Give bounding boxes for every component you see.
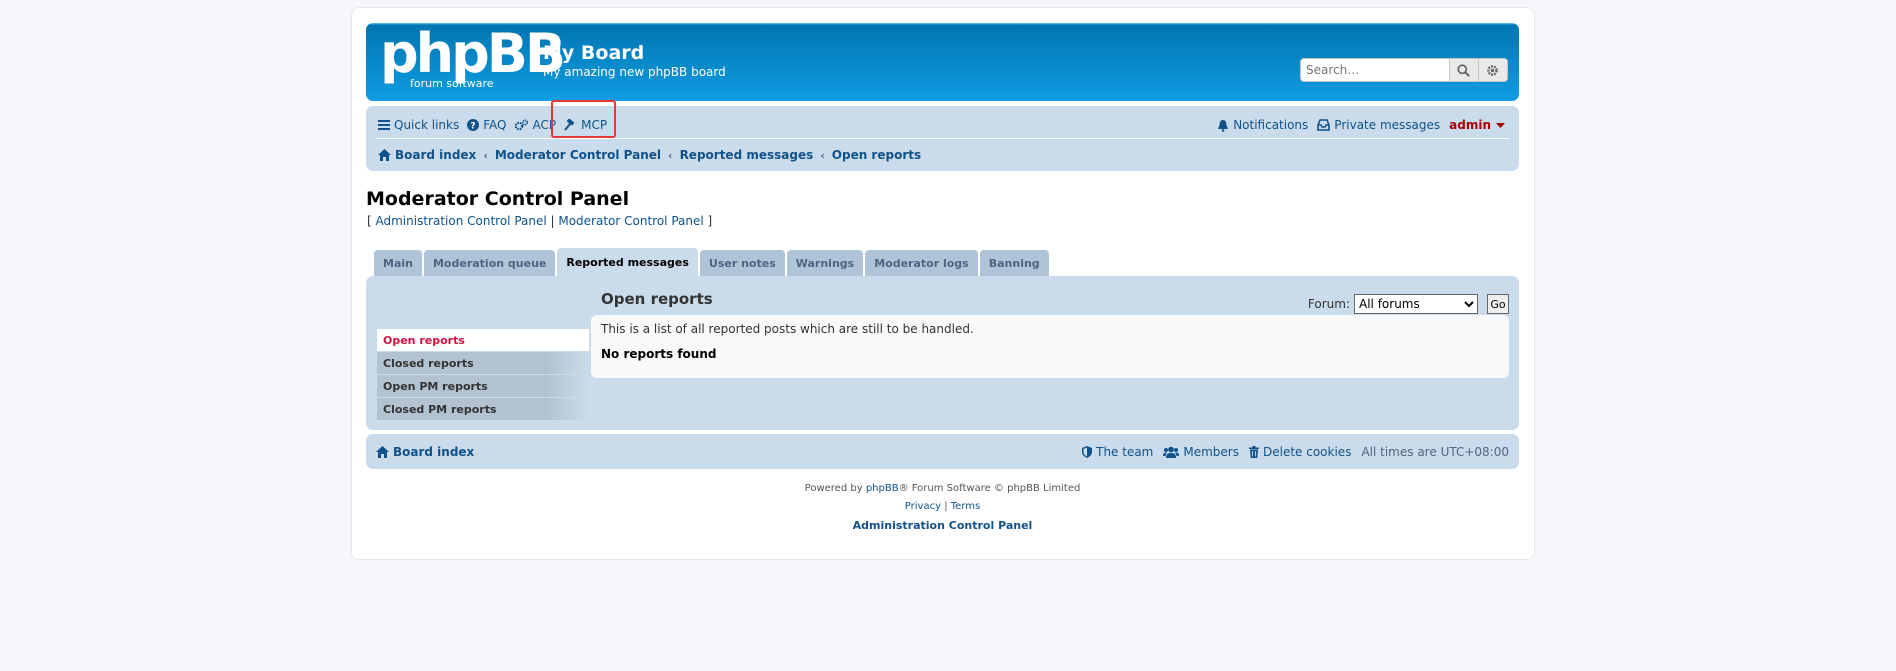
breadcrumb: Board index ‹ Moderator Control Panel ‹ … — [378, 145, 921, 165]
bracket-close: ] — [703, 214, 713, 228]
breadcrumb-open-reports[interactable]: Open reports — [832, 148, 921, 162]
notifications-link[interactable]: Notifications — [1217, 118, 1308, 132]
mcp-tabs: Main Moderation queue Reported messages … — [374, 248, 1051, 276]
user-menu[interactable]: admin — [1449, 118, 1509, 132]
footer-board-index[interactable]: Board index — [376, 445, 474, 459]
search-button[interactable] — [1450, 59, 1479, 81]
forum-filter: Forum: All forums Go — [1308, 294, 1509, 314]
powered-by-label: Powered by — [804, 483, 863, 494]
reports-box: This is a list of all reported posts whi… — [591, 315, 1509, 378]
breadcrumb-reported-messages[interactable]: Reported messages — [680, 148, 814, 162]
notifications-label: Notifications — [1233, 118, 1309, 132]
content-panel: Open reports Closed reports Open PM repo… — [366, 276, 1519, 430]
team-link[interactable]: The team — [1082, 445, 1153, 459]
quick-links-menu[interactable]: Quick links — [378, 118, 459, 132]
home-icon — [376, 445, 389, 458]
home-icon — [378, 149, 391, 161]
control-panel-links: [ Administration Control Panel | Moderat… — [367, 214, 712, 228]
timezone-label: All times are — [1361, 444, 1437, 459]
navbar: Quick links ? FAQ ACP MCP Notifications … — [366, 106, 1519, 171]
footer-link-separator: | — [941, 501, 951, 512]
highlight-annotation — [551, 100, 616, 138]
username: admin — [1449, 118, 1491, 132]
caret-down-icon — [1496, 123, 1505, 128]
delete-cookies-link[interactable]: Delete cookies — [1249, 445, 1351, 459]
tab-reported-messages[interactable]: Reported messages — [557, 248, 698, 276]
copyright-suffix: ® Forum Software © phpBB Limited — [898, 483, 1081, 494]
inbox-icon — [1317, 119, 1331, 131]
svg-text:?: ? — [471, 122, 476, 132]
private-messages-link[interactable]: Private messages — [1317, 118, 1440, 132]
reports-description: This is a list of all reported posts whi… — [601, 322, 974, 336]
footer-acp: Administration Control Panel — [366, 519, 1519, 532]
header-bar: phpBB forum software My Board My amazing… — [366, 23, 1519, 101]
site-logo[interactable]: phpBB forum software — [380, 23, 566, 93]
timezone-value: UTC+08:00 — [1440, 444, 1509, 459]
privacy-link[interactable]: Privacy — [905, 501, 941, 512]
gear-icon — [1487, 64, 1499, 76]
side-item-open-pm-reports[interactable]: Open PM reports — [377, 375, 589, 397]
breadcrumb-separator: ‹ — [668, 148, 673, 162]
acp-panel-link[interactable]: Administration Control Panel — [376, 214, 547, 228]
side-item-closed-pm-reports[interactable]: Closed PM reports — [377, 398, 589, 420]
logo-subtext: forum software — [410, 77, 494, 90]
terms-link[interactable]: Terms — [951, 501, 980, 512]
advanced-search-button[interactable] — [1478, 59, 1507, 81]
panel-title: Open reports — [601, 290, 713, 308]
tab-moderator-logs[interactable]: Moderator logs — [865, 250, 978, 276]
breadcrumb-mcp[interactable]: Moderator Control Panel — [495, 148, 661, 162]
tab-moderation-queue[interactable]: Moderation queue — [423, 250, 556, 276]
site-title[interactable]: My Board — [543, 42, 644, 64]
search-input[interactable] — [1301, 59, 1450, 81]
navbar-divider — [376, 138, 1509, 139]
members-link[interactable]: Members — [1163, 445, 1239, 459]
faq-label: FAQ — [483, 118, 507, 132]
bell-icon — [1218, 119, 1229, 132]
phpbb-link[interactable]: phpBB — [866, 483, 899, 494]
footer-links: Privacy | Terms — [366, 501, 1519, 512]
forum-select[interactable]: All forums — [1354, 294, 1478, 314]
forum-label: Forum: — [1307, 297, 1350, 311]
side-menu: Open reports Closed reports Open PM repo… — [377, 329, 589, 421]
breadcrumb-label: Board index — [395, 148, 477, 162]
side-item-open-reports[interactable]: Open reports — [377, 329, 589, 351]
question-circle-icon: ? — [467, 119, 480, 132]
empty-message: No reports found — [601, 347, 717, 361]
members-label: Members — [1183, 444, 1239, 459]
tab-warnings[interactable]: Warnings — [786, 250, 864, 276]
tab-banning[interactable]: Banning — [979, 250, 1049, 276]
timezone-info: All times are UTC+08:00 — [1361, 445, 1509, 459]
site-description: My amazing new phpBB board — [543, 65, 726, 79]
cogs-icon — [515, 119, 529, 131]
trash-icon — [1249, 445, 1259, 458]
acp-link[interactable]: ACP — [514, 118, 556, 132]
copyright-line: Powered by phpBB® Forum Software © phpBB… — [366, 483, 1519, 494]
footer-navbar: Board index The team Members Delete cook… — [366, 434, 1519, 469]
search-box — [1300, 58, 1508, 82]
delete-cookies-label: Delete cookies — [1263, 444, 1352, 459]
tab-main[interactable]: Main — [374, 250, 422, 276]
mcp-panel-link[interactable]: Moderator Control Panel — [558, 214, 703, 228]
breadcrumb-separator: ‹ — [820, 148, 825, 162]
logo-text: phpBB — [380, 22, 566, 85]
shield-icon — [1082, 445, 1093, 458]
breadcrumb-board-index[interactable]: Board index — [378, 148, 476, 162]
quick-links-label: Quick links — [394, 118, 460, 132]
footer-board-index-label: Board index — [393, 444, 475, 459]
page-title: Moderator Control Panel — [366, 188, 630, 210]
faq-link[interactable]: ? FAQ — [467, 118, 506, 132]
side-item-closed-reports[interactable]: Closed reports — [377, 352, 589, 374]
go-button[interactable]: Go — [1487, 294, 1509, 314]
link-separator: | — [546, 214, 559, 228]
bracket-open: [ — [367, 214, 376, 228]
team-label: The team — [1096, 444, 1154, 459]
users-icon — [1163, 446, 1180, 458]
hamburger-icon — [378, 120, 390, 130]
footer-acp-link[interactable]: Administration Control Panel — [853, 519, 1033, 532]
private-messages-label: Private messages — [1334, 118, 1441, 132]
search-icon — [1457, 63, 1471, 77]
tab-user-notes[interactable]: User notes — [699, 250, 785, 276]
breadcrumb-separator: ‹ — [483, 148, 488, 162]
